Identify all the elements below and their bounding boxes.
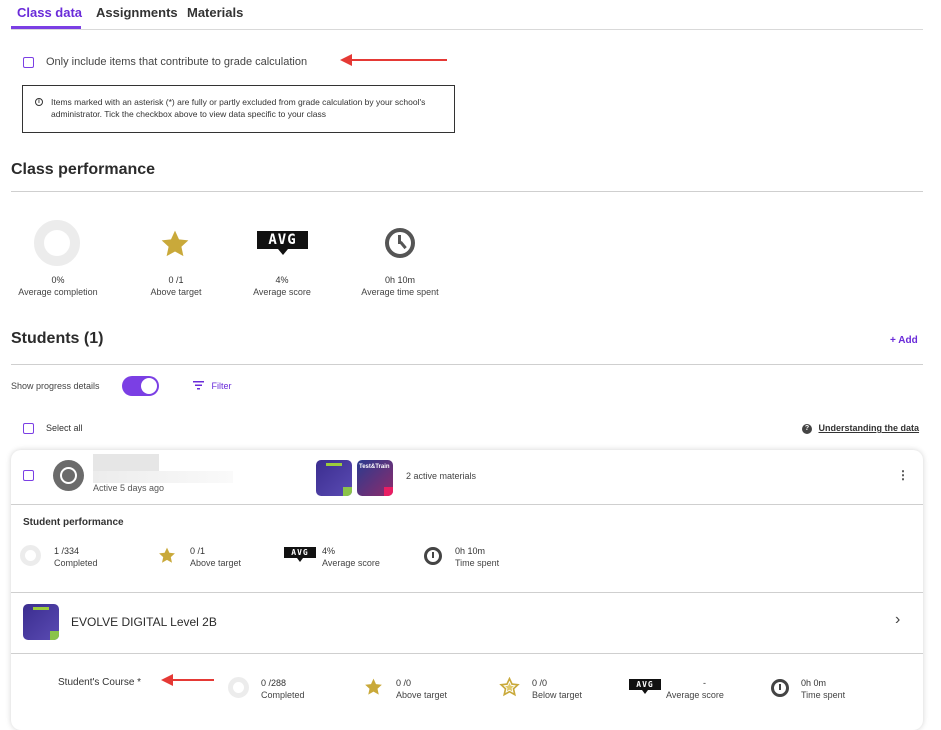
annotation-arrow [161, 674, 214, 686]
avg-score-label: Average score [253, 287, 311, 297]
tab-materials[interactable]: Materials [187, 5, 243, 20]
filter-button[interactable]: Filter [193, 381, 232, 392]
avg-completion-value: 0% [51, 275, 65, 285]
add-student-button[interactable]: + Add [890, 335, 918, 346]
star-outline-icon [499, 676, 520, 702]
avg-completion-label: Average completion [18, 287, 98, 297]
star-icon [158, 228, 192, 265]
clock-icon [385, 228, 415, 258]
course-thumbnail [23, 604, 59, 640]
show-progress-toggle[interactable] [122, 376, 159, 396]
show-progress-label: Show progress details [11, 381, 100, 391]
tab-class-data[interactable]: Class data [17, 5, 82, 20]
filter-label: Filter [211, 381, 232, 391]
course-row[interactable]: EVOLVE DIGITAL Level 2B › [11, 593, 923, 653]
course-name: EVOLVE DIGITAL Level 2B [71, 615, 217, 629]
tabs-divider [11, 29, 923, 30]
chevron-right-icon: › [895, 611, 901, 628]
student-avg-score-label: Average score [322, 558, 380, 568]
course-avg-score-value: - [703, 678, 706, 688]
completion-ring-icon [228, 677, 249, 698]
course-below-target-value: 0 /0 [532, 678, 548, 688]
add-student-label: Add [898, 335, 918, 346]
course-avg-score-label: Average score [666, 690, 724, 700]
grade-calculation-label: Only include items that contribute to gr… [46, 56, 308, 68]
above-target-value: 0 /1 [168, 275, 184, 285]
avg-icon: AVG [284, 547, 316, 562]
card-divider [11, 504, 923, 505]
annotation-arrow [340, 54, 447, 66]
students-divider [11, 364, 923, 365]
student-card: Active 5 days ago Test&Train 2 active ma… [11, 450, 923, 730]
student-above-target-label: Above target [190, 558, 242, 568]
course-completed-label: Completed [261, 690, 305, 700]
student-time-value: 0h 10m [455, 546, 486, 556]
class-performance-divider [11, 191, 923, 192]
material-thumbnail-2-text: Test&Train [359, 464, 390, 470]
select-all-checkbox[interactable] [23, 423, 34, 434]
avg-icon: AVG [629, 679, 661, 694]
active-materials-text: 2 active materials [406, 471, 477, 481]
student-checkbox[interactable] [23, 470, 34, 481]
avg-icon: AVG [257, 231, 308, 255]
material-thumbnail-1 [316, 460, 352, 496]
select-all-label: Select all [46, 423, 83, 433]
student-name-redacted-2 [93, 471, 233, 483]
material-thumbnail-2: Test&Train [357, 460, 393, 496]
student-active-text: Active 5 days ago [93, 483, 165, 493]
plus-icon: + [890, 335, 896, 346]
star-icon [157, 546, 177, 570]
course-time-label: Time spent [801, 690, 846, 700]
avg-score-value: 4% [275, 275, 289, 285]
student-performance-title: Student performance [23, 517, 124, 528]
completion-ring-icon [34, 220, 80, 266]
avg-time-label: Average time spent [361, 287, 439, 297]
completion-ring-icon [20, 545, 41, 566]
student-time-label: Time spent [455, 558, 500, 568]
clock-icon [771, 679, 789, 697]
understanding-data-link[interactable]: ? Understanding the data [802, 423, 919, 434]
card-divider [11, 653, 923, 654]
info-icon: i [35, 98, 43, 106]
student-above-target-value: 0 /1 [190, 546, 206, 556]
tab-assignments[interactable]: Assignments [96, 5, 178, 20]
clock-icon [424, 547, 442, 565]
course-below-target-label: Below target [532, 690, 583, 700]
student-name-redacted [93, 454, 159, 471]
student-avg-score-value: 4% [322, 546, 336, 556]
avg-time-value: 0h 10m [384, 275, 416, 285]
grade-info-text: Items marked with an asterisk (*) are fu… [51, 97, 426, 119]
student-completed-value: 1 /334 [54, 546, 80, 556]
course-above-target-value: 0 /0 [396, 678, 412, 688]
grade-info-box: i Items marked with an asterisk (*) are … [22, 85, 455, 133]
filter-icon [193, 381, 204, 392]
understanding-data-label: Understanding the data [818, 423, 920, 433]
course-completed-value: 0 /288 [261, 678, 287, 688]
students-title: Students (1) [11, 330, 104, 347]
course-above-target-label: Above target [396, 690, 448, 700]
above-target-label: Above target [150, 287, 202, 297]
grade-calculation-checkbox[interactable] [23, 57, 34, 68]
student-completed-label: Completed [54, 558, 98, 568]
class-performance-title: Class performance [11, 161, 156, 178]
help-icon: ? [802, 423, 812, 434]
course-time-value: 0h 0m [801, 678, 827, 688]
more-options-icon[interactable]: ⋮ [897, 468, 909, 482]
avatar [53, 460, 84, 491]
star-icon [363, 677, 384, 702]
course-row-label: Student's Course * [58, 677, 142, 688]
